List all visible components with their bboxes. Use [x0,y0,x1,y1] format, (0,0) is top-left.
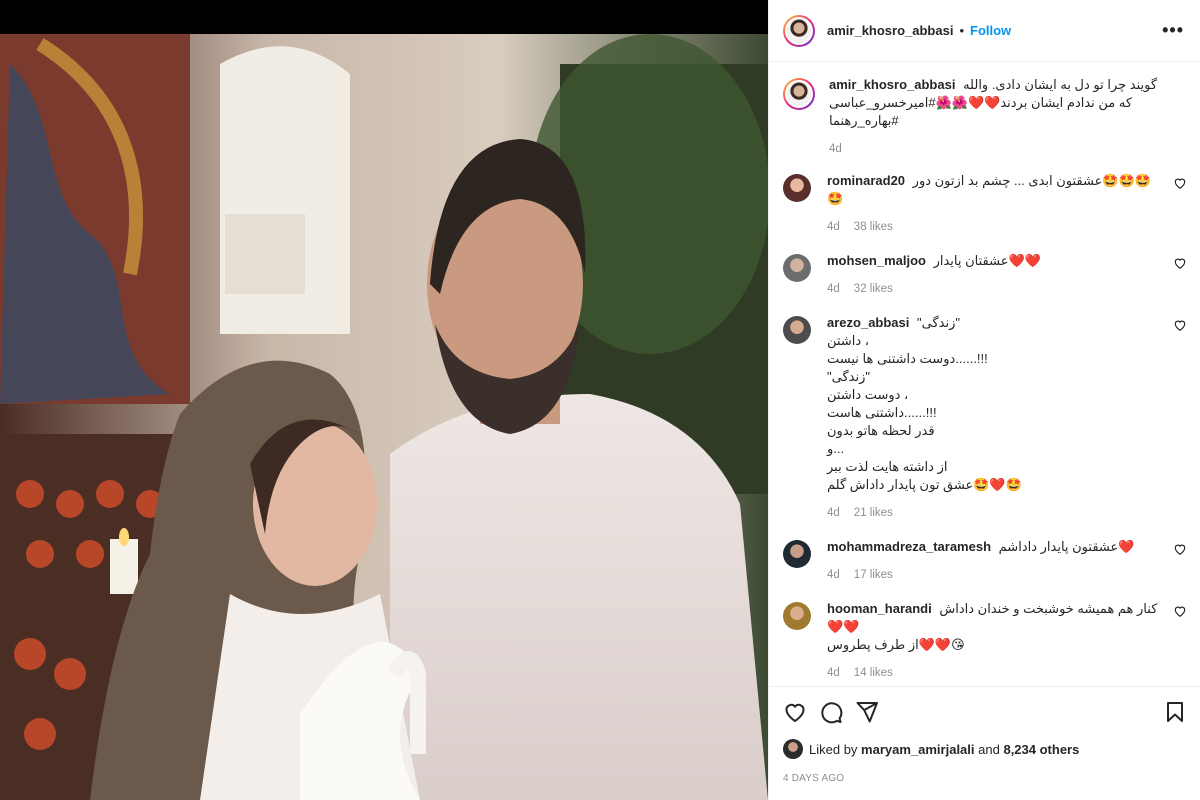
comment-avatar[interactable] [783,540,811,568]
others-count[interactable]: 8,234 others [1003,742,1079,757]
comment-username[interactable]: hooman_harandi [827,601,932,616]
comment-likes[interactable]: 21 likes [854,504,893,522]
follow-button[interactable]: Follow [970,23,1011,38]
comment-text: ❤️عشقتون پایدار داداشم [998,539,1135,554]
comment-avatar[interactable] [783,316,811,344]
caption: amir_khosro_abbasi گویند چرا تو دل به ای… [783,76,1187,158]
comment-time[interactable]: 4d [827,504,840,522]
comment-time[interactable]: 4d [827,218,840,236]
comment-time[interactable]: 4d [827,566,840,584]
author-avatar[interactable] [783,14,815,47]
like-comment-heart-icon[interactable] [1173,176,1187,190]
comment-username[interactable]: arezo_abbasi [827,315,909,330]
comment-avatar[interactable] [783,174,811,202]
action-icons [783,699,1187,725]
post-actions: Liked by maryam_amirjalali and 8,234 oth… [769,686,1200,784]
caption-avatar[interactable] [783,78,815,110]
like-comment-heart-icon[interactable] [1173,318,1187,332]
liked-by-user[interactable]: maryam_amirjalali [861,742,974,757]
liked-by-and: and [978,741,1000,757]
share-paper-plane-icon[interactable] [855,700,879,724]
comment-text: ❤️❤️عشقتان پایدار [933,253,1041,268]
like-heart-icon[interactable] [783,700,807,724]
comment-avatar[interactable] [783,602,811,630]
comment-item: hooman_harandi کنار هم همیشه خوشبخت و خن… [783,600,1187,682]
author-username[interactable]: amir_khosro_abbasi [827,23,953,38]
like-comment-heart-icon[interactable] [1173,542,1187,556]
liked-by-prefix: Liked by [809,741,858,757]
comments-list[interactable]: amir_khosro_abbasi گویند چرا تو دل به ای… [769,62,1200,686]
post-photo-illustration [0,34,768,800]
likes-summary: Liked by maryam_amirjalali and 8,234 oth… [783,739,1187,759]
caption-time[interactable]: 4d [829,140,842,158]
caption-username[interactable]: amir_khosro_abbasi [829,77,955,92]
comment-bubble-icon[interactable] [819,700,843,724]
like-comment-heart-icon[interactable] [1173,604,1187,618]
comment-time[interactable]: 4d [827,664,840,682]
more-options-icon[interactable]: ••• [1162,20,1184,41]
separator-dot: • [959,23,965,38]
comment-text: "زندگی" ، داشتن !!!......دوست داشتنی ها … [827,315,1022,492]
comment-likes[interactable]: 38 likes [854,218,893,236]
comment-likes[interactable]: 32 likes [854,280,893,298]
comment-username[interactable]: mohammadreza_taramesh [827,539,991,554]
liker-avatar[interactable] [783,739,803,759]
post-date[interactable]: 4 DAYS AGO [783,773,1187,784]
comment-item: mohsen_maljoo ❤️❤️عشقتان پایدار 4d 32 lik… [783,252,1187,298]
like-comment-heart-icon[interactable] [1173,256,1187,270]
comment-time[interactable]: 4d [827,280,840,298]
post-media-pane [0,0,768,800]
comment-username[interactable]: mohsen_maljoo [827,253,926,268]
comment-item: rominarad20 🤩🤩🤩عشقتون ابدی ... چشم بد از… [783,172,1187,236]
post-header: amir_khosro_abbasi • Follow ••• [769,0,1200,62]
post-side-panel: amir_khosro_abbasi • Follow ••• amir_kho… [768,0,1200,800]
comment-username[interactable]: rominarad20 [827,173,905,188]
comment-item: mohammadreza_taramesh ❤️عشقتون پایدار دا… [783,538,1187,584]
comment-item: arezo_abbasi "زندگی" ، داشتن !!!......دو… [783,314,1187,522]
comment-likes[interactable]: 17 likes [854,566,893,584]
post-photo[interactable] [0,34,768,800]
save-bookmark-icon[interactable] [1163,700,1187,724]
comment-likes[interactable]: 14 likes [854,664,893,682]
comment-avatar[interactable] [783,254,811,282]
